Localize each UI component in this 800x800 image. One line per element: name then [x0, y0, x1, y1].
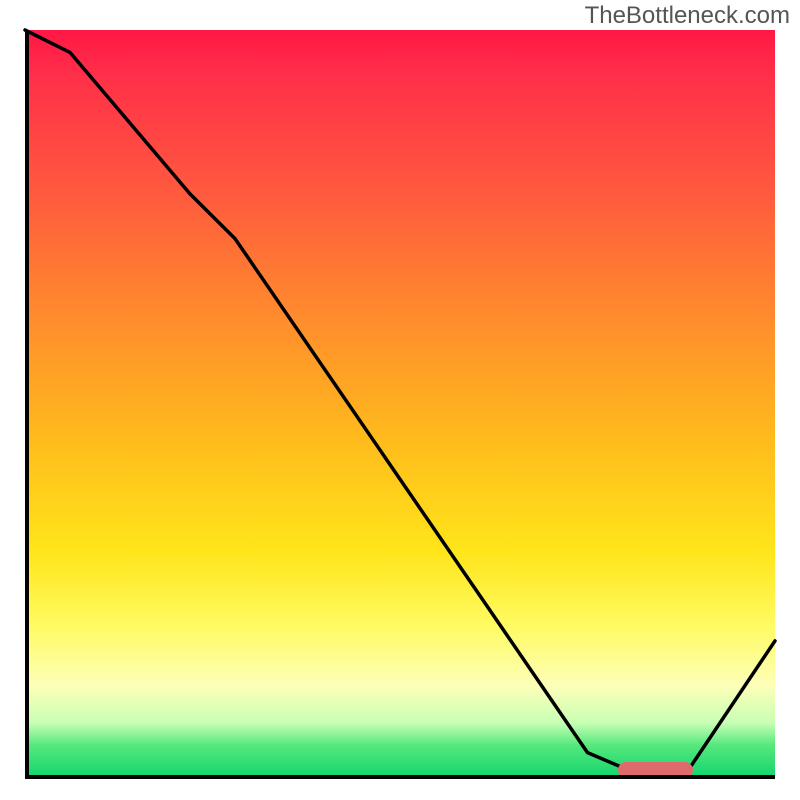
chart-container: TheBottleneck.com	[0, 0, 800, 800]
watermark-text: TheBottleneck.com	[585, 2, 790, 30]
curve-svg	[25, 30, 775, 775]
x-axis	[25, 775, 775, 779]
curve-line	[25, 30, 775, 775]
y-axis	[25, 30, 29, 775]
plot-area	[25, 30, 775, 775]
